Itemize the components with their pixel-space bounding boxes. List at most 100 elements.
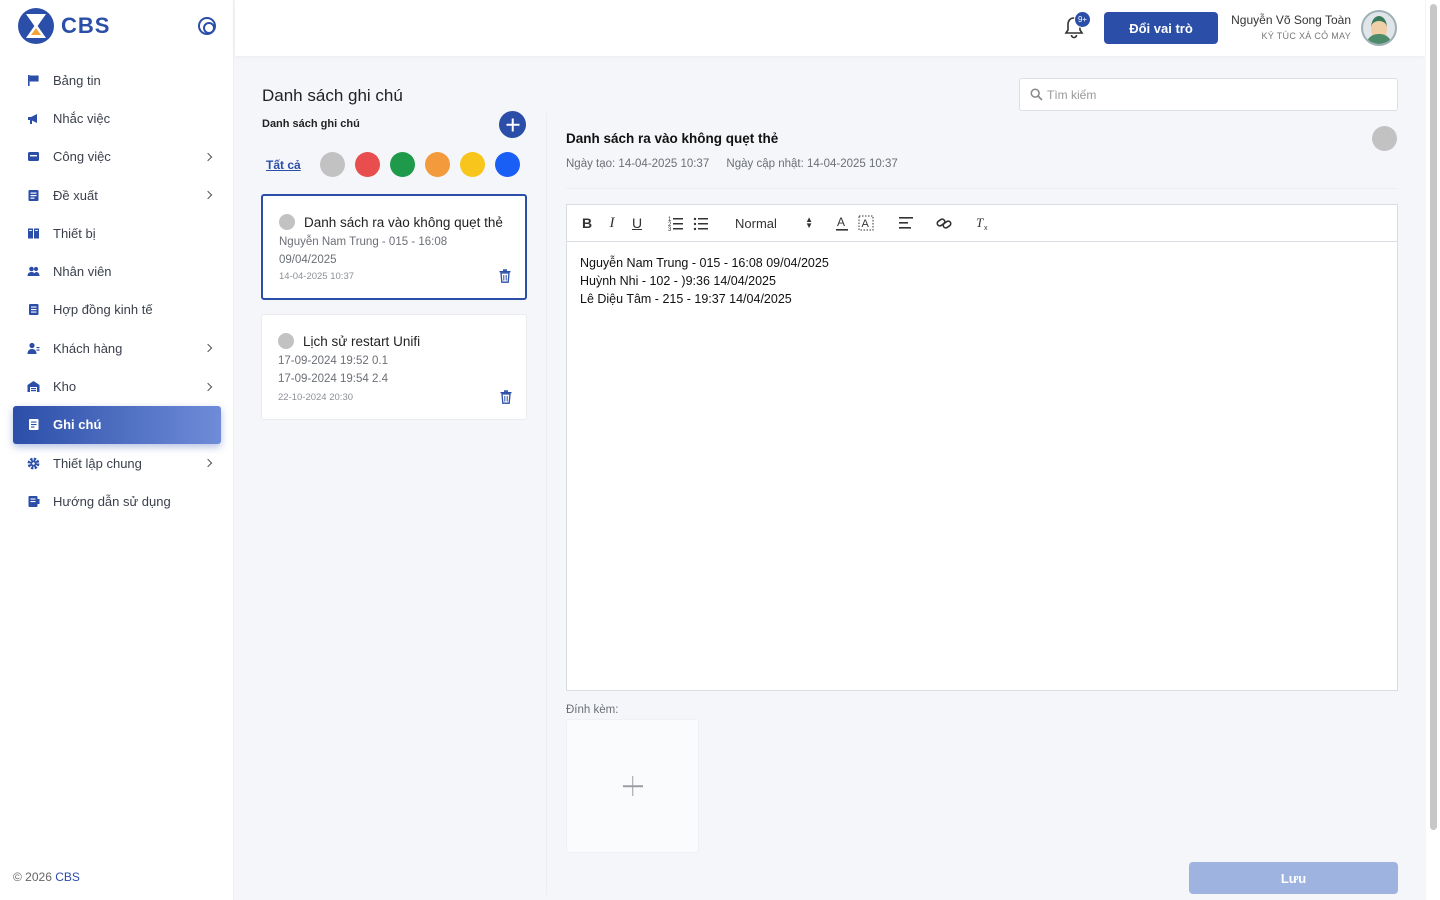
- user-organization: KÝ TÚC XÁ CỎ MAY: [1261, 31, 1351, 41]
- content-line: Nguyễn Nam Trung - 015 - 16:08 09/04/202…: [580, 256, 829, 270]
- clear-format-icon[interactable]: Tx: [975, 214, 991, 232]
- svg-text:x: x: [984, 225, 988, 232]
- filter-all-link[interactable]: Tất cả: [262, 158, 320, 172]
- note-card-date: 14-04-2025 10:37: [279, 271, 355, 282]
- underline-button[interactable]: U: [630, 214, 644, 232]
- sidebar-item-de-xuat[interactable]: Đề xuất: [13, 176, 221, 214]
- sidebar-item-thiet-lap-chung[interactable]: Thiết lập chung: [13, 444, 221, 482]
- sidebar-item-label: Đề xuất: [53, 187, 98, 203]
- editor-toolbar: B I U 123 Normal ▲ ▼ A A Tx: [567, 205, 1397, 242]
- note-color-dot: [279, 214, 295, 230]
- note-card[interactable]: Lịch sử restart Unifi 17-09-2024 19:52 0…: [261, 314, 527, 420]
- filter-color-green[interactable]: [390, 152, 415, 177]
- color-filter-bar: Tất cả: [262, 152, 530, 177]
- trash-icon[interactable]: [499, 269, 511, 283]
- note-title[interactable]: Danh sách ra vào không quẹt thẻ: [566, 131, 778, 146]
- sidebar-item-label: Hợp đồng kinh tế: [53, 302, 153, 318]
- megaphone-icon: [26, 111, 40, 125]
- sidebar-nav: Bảng tin Nhắc việc Công việc Đề xuất Thi…: [13, 61, 221, 521]
- trash-icon[interactable]: [500, 390, 512, 404]
- notification-badge: 9+: [1074, 11, 1091, 28]
- hourglass-logo-icon: [18, 8, 54, 44]
- sidebar-item-ghi-chu[interactable]: Ghi chú: [13, 405, 221, 444]
- sidebar-item-huong-dan-su-dung[interactable]: Hướng dẫn sử dụng: [13, 482, 221, 520]
- user-name: Nguyễn Võ Song Toàn: [1231, 13, 1351, 27]
- italic-button[interactable]: I: [605, 214, 619, 232]
- gear-icon: [26, 456, 40, 470]
- bullet-list-icon[interactable]: [693, 214, 709, 232]
- chevron-right-icon: [203, 152, 213, 161]
- sort-arrows-icon: ▲ ▼: [805, 215, 813, 230]
- sidebar-item-label: Ghi chú: [53, 417, 102, 433]
- sidebar: CBS Bảng tin Nhắc việc Công việc Đề xuất…: [0, 0, 234, 900]
- note-icon: [26, 418, 40, 432]
- sidebar-item-kho[interactable]: Kho: [13, 367, 221, 405]
- editor-content[interactable]: Nguyễn Nam Trung - 015 - 16:08 09/04/202…: [567, 242, 1397, 320]
- footer-brand-link[interactable]: CBS: [55, 870, 80, 884]
- copyright-text: © 2026: [13, 870, 52, 884]
- text-format-value: Normal: [735, 215, 777, 231]
- link-icon[interactable]: [936, 214, 952, 232]
- sidebar-item-thiet-bi[interactable]: Thiết bị: [13, 214, 221, 252]
- background-color-icon[interactable]: A: [858, 214, 874, 232]
- logo-text: CBS: [61, 13, 111, 38]
- filter-color-red[interactable]: [355, 152, 380, 177]
- inbox-icon: [26, 150, 40, 164]
- add-note-button[interactable]: [499, 111, 526, 138]
- contract-icon: [26, 303, 40, 317]
- sidebar-item-label: Bảng tin: [53, 72, 101, 88]
- search-input[interactable]: [1047, 87, 1367, 102]
- note-card-title: Lịch sử restart Unifi: [303, 334, 421, 349]
- note-card[interactable]: Danh sách ra vào không quẹt thẻ Nguyễn N…: [261, 194, 527, 300]
- logo[interactable]: CBS: [18, 8, 110, 44]
- note-card-preview-line: 09/04/2025: [279, 254, 337, 266]
- notes-list-heading: Danh sách ghi chú: [262, 118, 360, 130]
- avatar[interactable]: [1361, 10, 1397, 46]
- device-icon: [26, 226, 40, 240]
- warehouse-icon: [26, 380, 40, 394]
- filter-color-yellow[interactable]: [460, 152, 485, 177]
- rich-text-editor[interactable]: B I U 123 Normal ▲ ▼ A A Tx Nguyễn Nam Tr…: [566, 204, 1398, 691]
- panel-divider: [546, 113, 547, 895]
- page-scrollbar-thumb[interactable]: [1430, 4, 1437, 830]
- attachment-label: Đính kèm:: [566, 704, 619, 716]
- sidebar-item-label: Thiết bị: [53, 225, 96, 241]
- svg-text:T: T: [976, 215, 984, 230]
- text-color-icon[interactable]: A: [834, 214, 850, 232]
- note-card-date: 22-10-2024 20:30: [278, 392, 354, 403]
- svg-text:3: 3: [668, 227, 672, 232]
- filter-color-gray[interactable]: [320, 152, 345, 177]
- sidebar-collapse-button[interactable]: [198, 17, 216, 35]
- chevron-right-icon: [203, 190, 213, 200]
- svg-text:A: A: [862, 218, 870, 230]
- chevron-right-icon: [203, 458, 213, 468]
- sidebar-item-hop-dong-kinh-te[interactable]: Hợp đồng kinh tế: [13, 291, 221, 329]
- sidebar-item-bang-tin[interactable]: Bảng tin: [13, 61, 221, 99]
- sidebar-item-label: Kho: [53, 379, 77, 395]
- add-attachment-button[interactable]: [566, 719, 699, 853]
- search-box[interactable]: [1019, 78, 1398, 111]
- note-card-title: Danh sách ra vào không quẹt thẻ: [304, 215, 503, 230]
- note-color-picker[interactable]: [1372, 126, 1397, 151]
- sidebar-item-khach-hang[interactable]: Khách hàng: [13, 329, 221, 367]
- text-format-select[interactable]: Normal ▲ ▼: [735, 214, 815, 232]
- align-left-icon[interactable]: [898, 214, 914, 232]
- svg-text:A: A: [837, 215, 845, 229]
- sidebar-item-cong-viec[interactable]: Công việc: [13, 138, 221, 176]
- sidebar-item-nhac-viec[interactable]: Nhắc việc: [13, 99, 221, 137]
- users-icon: [26, 265, 40, 279]
- note-card-preview-line: Nguyễn Nam Trung - 015 - 16:08: [279, 236, 448, 248]
- save-button[interactable]: Lưu: [1189, 862, 1398, 894]
- content-line: Huỳnh Nhi - 102 - )9:36 14/04/2025: [580, 274, 776, 288]
- sidebar-item-label: Hướng dẫn sử dụng: [53, 493, 171, 509]
- filter-color-orange[interactable]: [425, 152, 450, 177]
- sidebar-item-nhan-vien[interactable]: Nhân viên: [13, 252, 221, 290]
- note-color-dot: [278, 333, 294, 349]
- note-card-preview-line: 17-09-2024 19:54 2.4: [278, 373, 388, 385]
- filter-color-blue[interactable]: [495, 152, 520, 177]
- top-bar: 9+ Đổi vai trò Nguyễn Võ Song Toàn KÝ TÚ…: [235, 0, 1425, 56]
- bold-button[interactable]: B: [580, 214, 594, 232]
- ordered-list-icon[interactable]: 123: [668, 214, 684, 232]
- flag-icon: [26, 73, 40, 87]
- content-line: Lê Diệu Tâm - 215 - 19:37 14/04/2025: [580, 292, 792, 306]
